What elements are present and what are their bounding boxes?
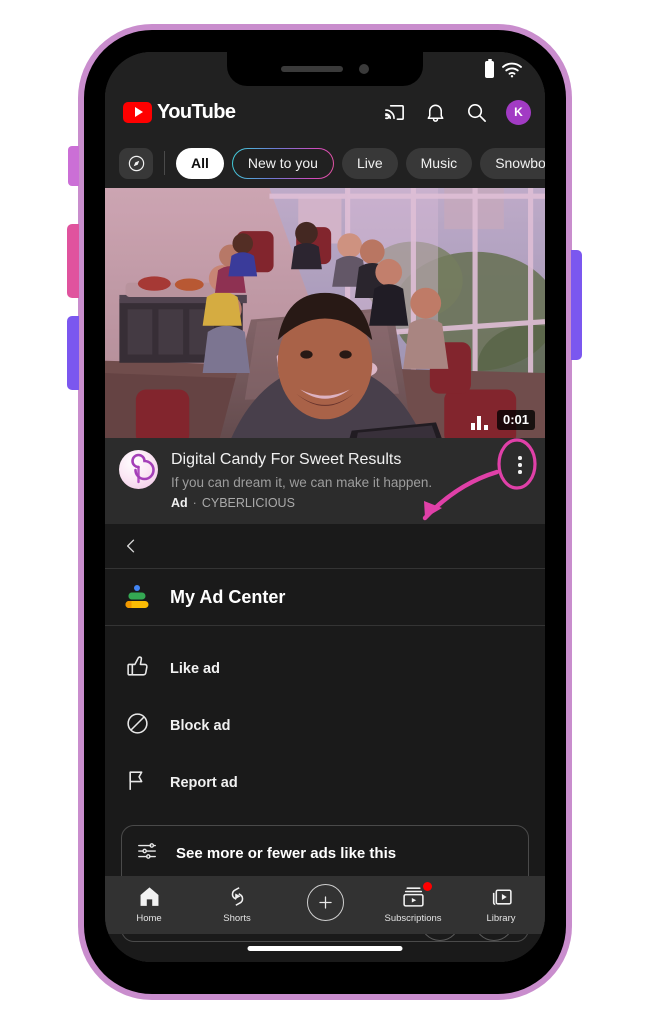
chip-live[interactable]: Live <box>341 147 398 179</box>
volume-up-button[interactable] <box>67 224 79 298</box>
nav-label-subscriptions: Subscriptions <box>384 913 442 924</box>
compass-icon[interactable] <box>119 147 153 179</box>
ad-actions-list: Like ad Block ad Report ad <box>105 626 545 811</box>
subscriptions-icon <box>402 887 424 907</box>
battery-icon <box>485 58 494 78</box>
tune-sliders-icon <box>136 840 158 867</box>
ad-meta-row[interactable]: Digital Candy For Sweet Results If you c… <box>105 438 545 525</box>
youtube-wordmark: YouTube <box>157 100 236 123</box>
chip-snowboarding[interactable]: Snowboa <box>480 147 545 179</box>
youtube-top-bar: YouTube K <box>105 86 545 138</box>
ad-preferences-header: See more or fewer ads like this <box>122 840 528 867</box>
ad-center-header: My Ad Center <box>105 568 545 627</box>
bottom-navigation: Home Shorts Subscriptions Library <box>105 876 545 934</box>
block-ad-label: Block ad <box>170 717 231 734</box>
front-camera <box>359 64 369 74</box>
cast-icon[interactable] <box>383 101 406 124</box>
library-icon <box>492 889 512 906</box>
thumbs-up-icon <box>125 654 150 684</box>
nav-item-shorts[interactable]: Shorts <box>202 884 272 924</box>
flag-icon <box>125 768 150 798</box>
youtube-logo[interactable]: YouTube <box>123 100 236 124</box>
thumbnail-pink-tint <box>105 188 545 438</box>
report-ad-label: Report ad <box>170 774 238 791</box>
thumbnail-overlay: 0:01 <box>470 409 535 430</box>
phone-device: YouTube K All New to you Live Music Snow… <box>67 24 582 1000</box>
filter-chips-row[interactable]: All New to you Live Music Snowboa <box>105 138 545 188</box>
youtube-app: YouTube K All New to you Live Music Snow… <box>105 52 545 962</box>
report-ad-item[interactable]: Report ad <box>105 754 545 811</box>
bell-icon[interactable] <box>424 101 447 124</box>
lollipop-swirl-icon[interactable] <box>119 450 158 489</box>
silent-switch[interactable] <box>68 146 79 186</box>
more-vertical-icon[interactable] <box>509 450 531 510</box>
speaker-grill <box>281 66 343 72</box>
chip-new-to-you[interactable]: New to you <box>232 148 334 179</box>
create-plus-icon[interactable] <box>306 883 344 921</box>
wifi-icon <box>502 62 522 77</box>
power-button[interactable] <box>571 250 582 360</box>
block-icon <box>125 711 150 741</box>
ad-badge: Ad <box>171 496 188 511</box>
like-ad-label: Like ad <box>170 660 220 677</box>
block-ad-item[interactable]: Block ad <box>105 697 545 754</box>
ad-preferences-title: See more or fewer ads like this <box>176 845 397 863</box>
phone-screen: YouTube K All New to you Live Music Snow… <box>105 52 545 962</box>
nav-label-shorts: Shorts <box>223 913 251 924</box>
audio-bars-icon <box>470 415 488 430</box>
nav-label-library: Library <box>486 913 516 924</box>
my-ad-center-icon <box>125 585 149 609</box>
sheet-title: My Ad Center <box>170 586 286 607</box>
ad-text-block: Digital Candy For Sweet Results If you c… <box>171 450 496 510</box>
nav-item-home[interactable]: Home <box>114 884 184 924</box>
chips-divider <box>164 151 165 175</box>
nav-label-home: Home <box>136 913 162 924</box>
phone-notch <box>227 52 423 86</box>
ad-separator: · <box>192 496 197 511</box>
shorts-icon <box>231 887 243 906</box>
volume-down-button[interactable] <box>67 316 79 390</box>
ad-description: If you can dream it, we can make it happ… <box>171 474 433 490</box>
ad-attribution-row: Ad · CYBERLICIOUS <box>171 496 496 510</box>
chip-all[interactable]: All <box>176 147 224 179</box>
nav-item-subscriptions[interactable]: Subscriptions <box>378 882 448 924</box>
nav-item-create[interactable] <box>290 883 360 925</box>
account-avatar[interactable]: K <box>506 99 531 125</box>
video-duration-badge: 0:01 <box>496 409 535 430</box>
search-icon[interactable] <box>465 101 488 124</box>
like-ad-item[interactable]: Like ad <box>105 640 545 697</box>
topbar-actions: K <box>383 99 531 125</box>
nav-item-library[interactable]: Library <box>466 884 536 924</box>
subscriptions-new-badge <box>423 882 432 891</box>
chevron-left-icon[interactable] <box>105 524 545 568</box>
ad-video-thumbnail[interactable]: 0:01 <box>105 188 545 438</box>
home-indicator[interactable] <box>247 946 403 951</box>
chip-music[interactable]: Music <box>405 147 473 179</box>
ad-advertiser-name: CYBERLICIOUS <box>201 496 295 511</box>
youtube-play-icon <box>123 101 152 123</box>
avatar-initial: K <box>514 105 523 119</box>
ad-title: Digital Candy For Sweet Results <box>171 451 402 468</box>
home-icon <box>140 887 158 906</box>
